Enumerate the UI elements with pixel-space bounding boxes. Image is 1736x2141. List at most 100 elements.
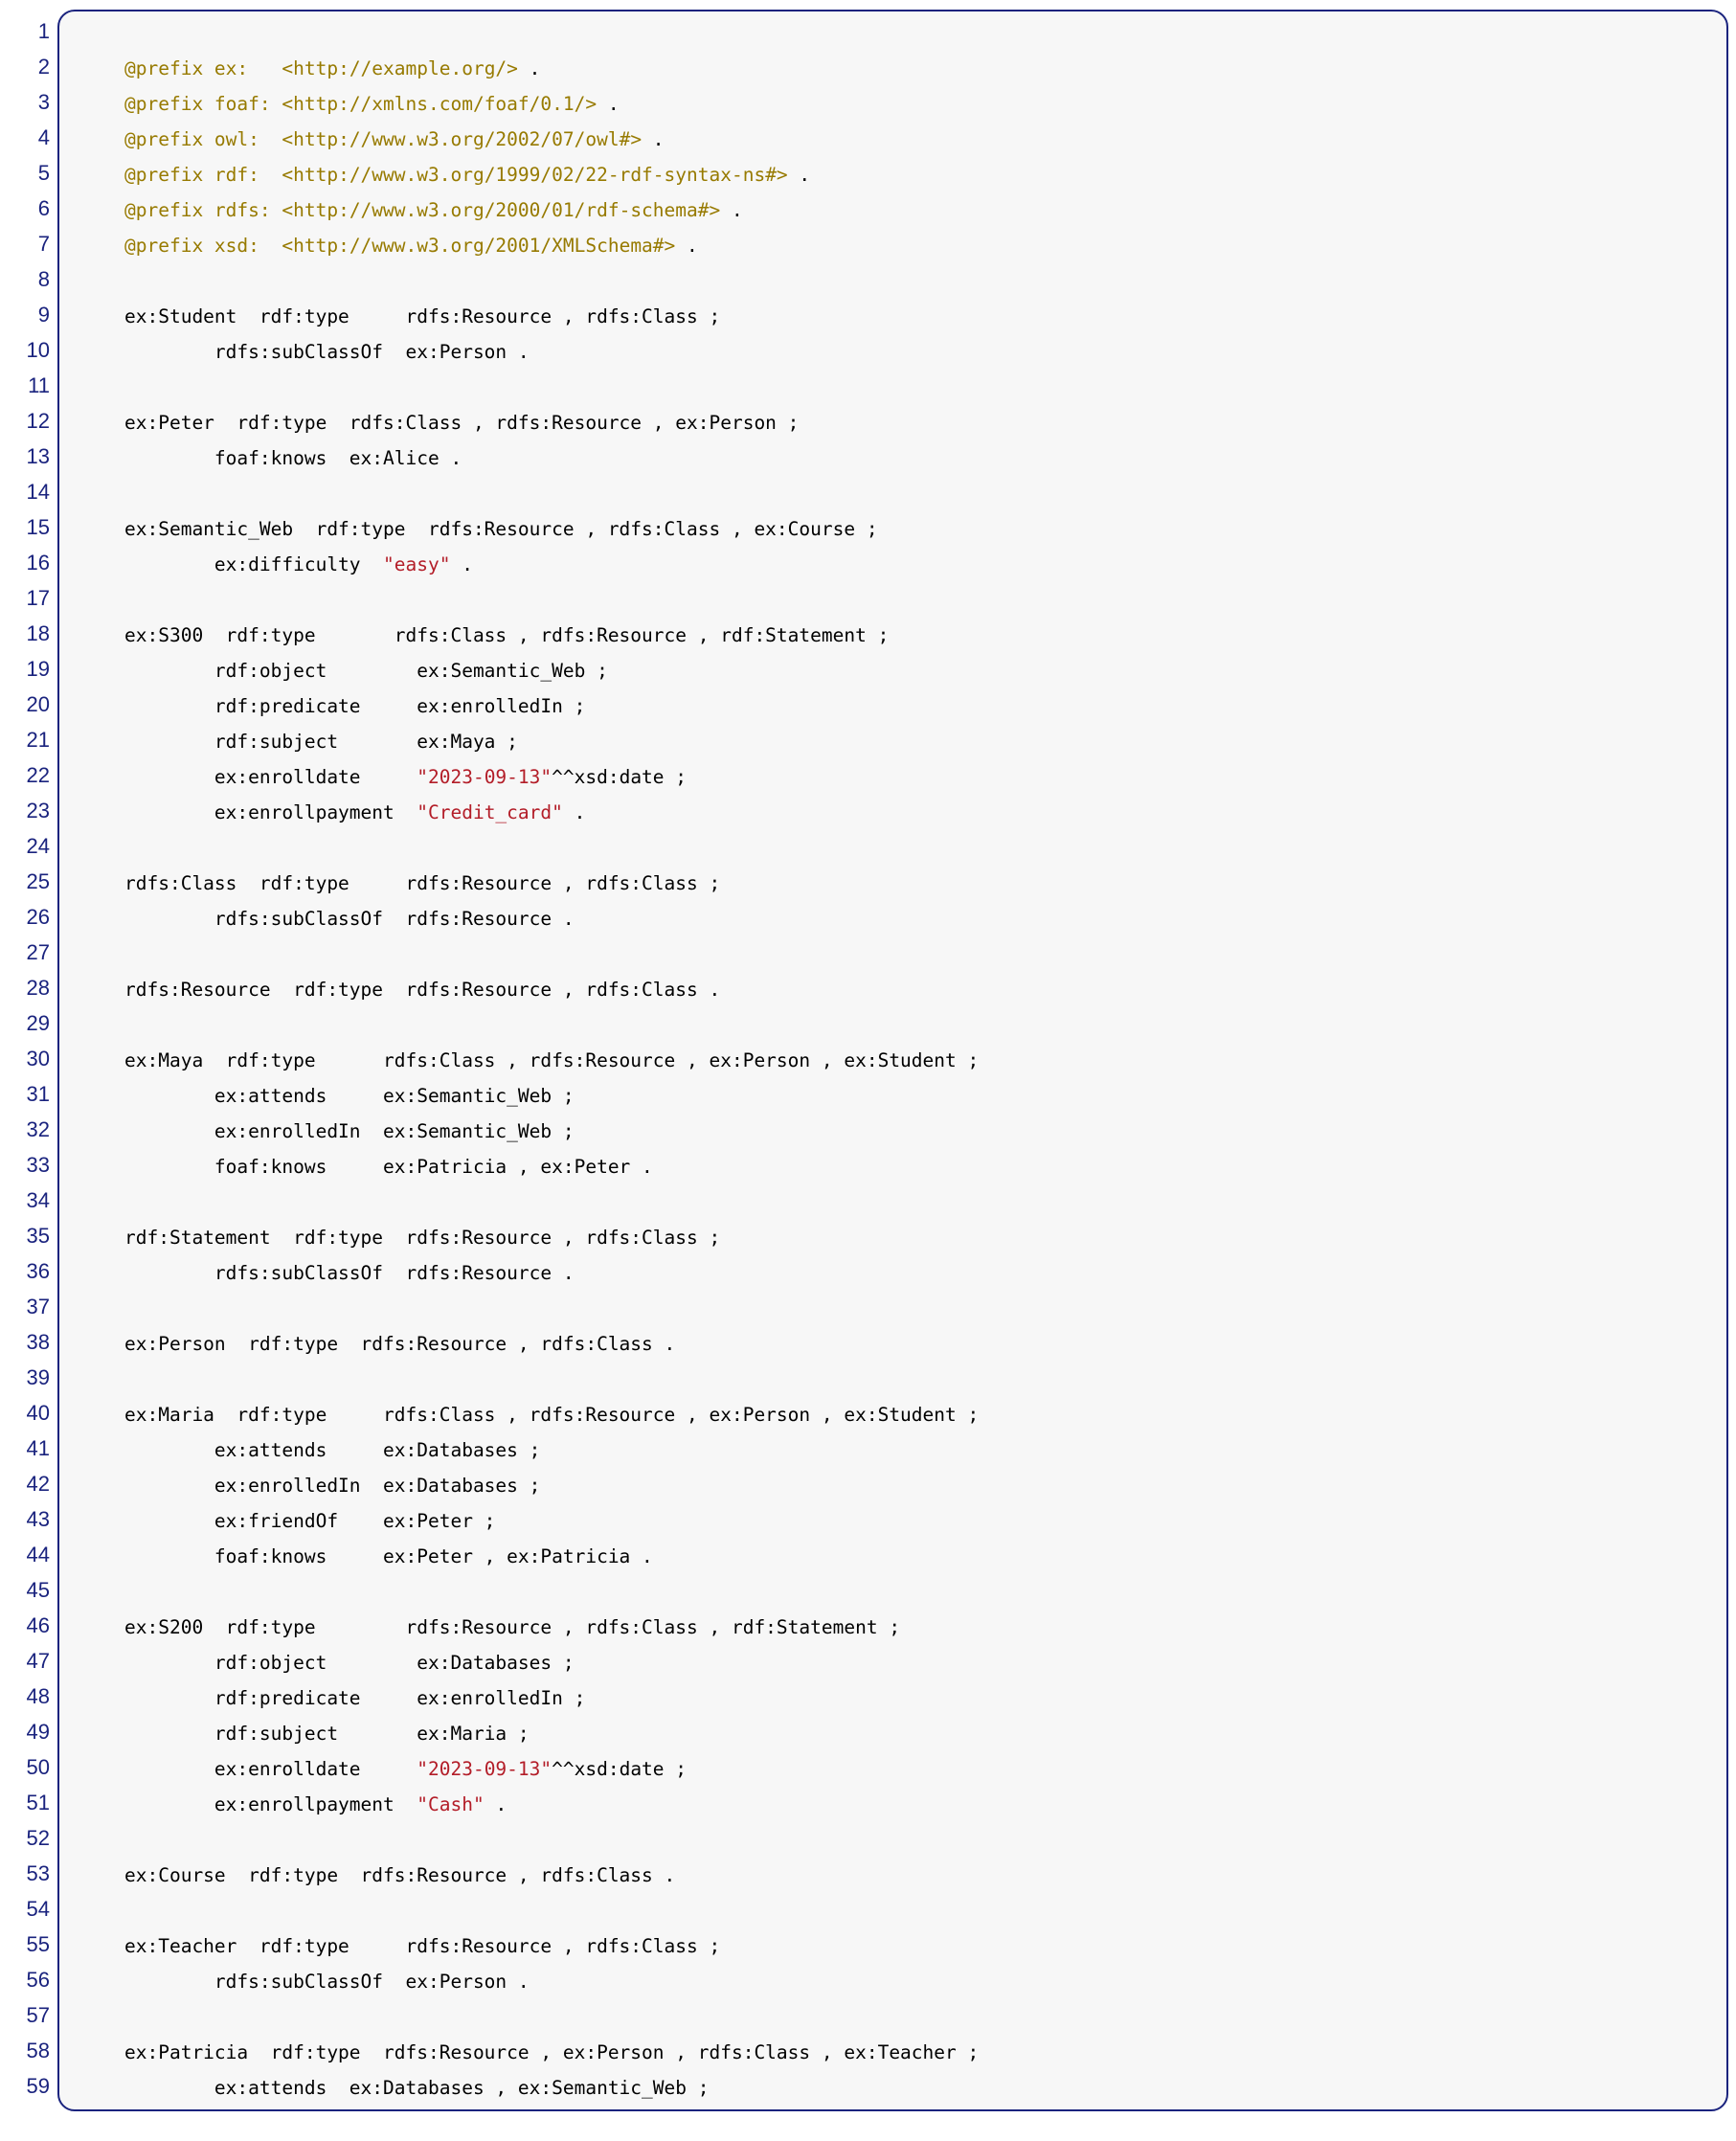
code-token: ex:Person rdf:type rdfs:Resource , rdfs:… [124, 1333, 675, 1355]
code-token: rdf:predicate ex:enrolledIn ; [124, 1687, 585, 1709]
line-number: 23 [0, 793, 50, 828]
code-line [59, 15, 1726, 51]
code-token: ex:S200 rdf:type rdfs:Resource , rdfs:Cl… [124, 1616, 900, 1638]
line-number: 30 [0, 1041, 50, 1076]
line-number: 49 [0, 1714, 50, 1749]
code-token: ^^xsd:date ; [552, 766, 687, 788]
line-number: 43 [0, 1501, 50, 1537]
code-token: ex:Patricia rdf:type rdfs:Resource , ex:… [124, 2041, 979, 2063]
code-line [59, 1893, 1726, 1928]
line-number: 17 [0, 580, 50, 616]
code-line: @prefix xsd: <http://www.w3.org/2001/XML… [59, 228, 1726, 263]
code-token: <http://example.org/> [282, 57, 518, 79]
code-token: rdfs:Class rdf:type rdfs:Resource , rdfs… [124, 872, 720, 894]
code-token: ex:attends ex:Semantic_Web ; [124, 1085, 575, 1107]
line-number: 20 [0, 687, 50, 722]
code-line: ex:enrollpayment "Cash" . [59, 1787, 1726, 1822]
line-number: 27 [0, 935, 50, 970]
code-token: ex:Teacher rdf:type rdfs:Resource , rdfs… [124, 1935, 720, 1957]
line-number: 15 [0, 509, 50, 545]
code-token: ex:Student rdf:type rdfs:Resource , rdfs… [124, 305, 720, 327]
line-number: 11 [0, 368, 50, 403]
code-line: rdf:subject ex:Maya ; [59, 724, 1726, 759]
line-number: 59 [0, 2068, 50, 2104]
code-token: . [642, 128, 664, 150]
code-line [59, 936, 1726, 972]
line-number: 48 [0, 1679, 50, 1714]
code-token: ex:enrollpayment [124, 801, 417, 823]
code-token: ex:Course rdf:type rdfs:Resource , rdfs:… [124, 1864, 675, 1886]
code-token: foaf:knows ex:Alice . [124, 447, 462, 469]
code-token: rdf:object ex:Databases ; [124, 1652, 575, 1674]
code-token: ex:enrolldate [124, 766, 417, 788]
line-number: 13 [0, 439, 50, 474]
code-token: rdfs:subClassOf ex:Person . [124, 341, 530, 363]
code-token: ex:Semantic_Web rdf:type rdfs:Resource ,… [124, 518, 878, 540]
line-number: 46 [0, 1608, 50, 1643]
code-line: ex:enrolldate "2023-09-13"^^xsd:date ; [59, 759, 1726, 795]
line-number: 40 [0, 1395, 50, 1431]
line-number: 39 [0, 1360, 50, 1395]
code-token: @prefix foaf: [124, 93, 282, 115]
code-line: foaf:knows ex:Patricia , ex:Peter . [59, 1149, 1726, 1184]
code-line: ex:difficulty "easy" . [59, 547, 1726, 582]
code-line: rdfs:subClassOf rdfs:Resource . [59, 1255, 1726, 1291]
code-token: "Cash" [417, 1793, 484, 1815]
line-number: 33 [0, 1147, 50, 1183]
code-token: rdf:predicate ex:enrolledIn ; [124, 695, 585, 717]
code-line: ex:Course rdf:type rdfs:Resource , rdfs:… [59, 1858, 1726, 1893]
line-number: 57 [0, 1997, 50, 2033]
code-token: "Credit_card" [417, 801, 563, 823]
code-line: foaf:knows ex:Alice . [59, 440, 1726, 476]
code-line [59, 582, 1726, 618]
code-token: "2023-09-13" [417, 766, 552, 788]
code-token: <http://www.w3.org/2002/07/owl#> [282, 128, 642, 150]
line-number: 28 [0, 970, 50, 1005]
code-token: @prefix xsd: [124, 235, 282, 257]
code-line: rdfs:Resource rdf:type rdfs:Resource , r… [59, 972, 1726, 1007]
code-line [59, 263, 1726, 299]
code-line: rdfs:subClassOf rdfs:Resource . [59, 901, 1726, 936]
code-line: ex:S200 rdf:type rdfs:Resource , rdfs:Cl… [59, 1610, 1726, 1645]
code-line: rdfs:subClassOf ex:Person . [59, 1964, 1726, 1999]
line-number: 52 [0, 1820, 50, 1856]
line-number: 2 [0, 49, 50, 84]
code-line: ex:Maya rdf:type rdfs:Class , rdfs:Resou… [59, 1043, 1726, 1078]
code-token: . [450, 553, 472, 575]
line-number: 41 [0, 1431, 50, 1466]
code-token: foaf:knows ex:Peter , ex:Patricia . [124, 1545, 653, 1567]
line-number-gutter: 1234567891011121314151617181920212223242… [0, 10, 57, 2104]
code-token: ex:enrolledIn ex:Semantic_Web ; [124, 1120, 575, 1142]
line-number: 21 [0, 722, 50, 757]
line-number: 56 [0, 1962, 50, 1997]
code-line [59, 1184, 1726, 1220]
code-line: ex:enrolledIn ex:Semantic_Web ; [59, 1114, 1726, 1149]
line-number: 26 [0, 899, 50, 935]
line-number: 53 [0, 1856, 50, 1891]
line-number: 34 [0, 1183, 50, 1218]
line-number: 36 [0, 1253, 50, 1289]
line-number: 12 [0, 403, 50, 439]
code-line: rdfs:subClassOf ex:Person . [59, 334, 1726, 370]
code-line: ex:Semantic_Web rdf:type rdfs:Resource ,… [59, 511, 1726, 547]
line-number: 25 [0, 864, 50, 899]
code-token: rdf:subject ex:Maria ; [124, 1723, 530, 1745]
code-token: ex:Peter rdf:type rdfs:Class , rdfs:Reso… [124, 412, 799, 434]
line-number: 8 [0, 261, 50, 297]
code-token: ex:Maria rdf:type rdfs:Class , rdfs:Reso… [124, 1404, 979, 1426]
code-line: ex:Patricia rdf:type rdfs:Resource , ex:… [59, 2035, 1726, 2070]
code-listing: 1234567891011121314151617181920212223242… [0, 10, 1736, 2111]
code-token: ex:friendOf ex:Peter ; [124, 1510, 495, 1532]
line-number: 45 [0, 1572, 50, 1608]
code-line: ex:enrolldate "2023-09-13"^^xsd:date ; [59, 1751, 1726, 1787]
line-number: 9 [0, 297, 50, 332]
code-line: rdf:subject ex:Maria ; [59, 1716, 1726, 1751]
code-line: @prefix owl: <http://www.w3.org/2002/07/… [59, 122, 1726, 157]
code-token: ex:attends ex:Databases , ex:Semantic_We… [124, 2077, 709, 2099]
line-number: 31 [0, 1076, 50, 1112]
code-line: ex:attends ex:Databases , ex:Semantic_We… [59, 2070, 1726, 2106]
code-line: @prefix ex: <http://example.org/> . [59, 51, 1726, 86]
line-number: 24 [0, 828, 50, 864]
code-line: rdfs:Class rdf:type rdfs:Resource , rdfs… [59, 866, 1726, 901]
line-number: 44 [0, 1537, 50, 1572]
